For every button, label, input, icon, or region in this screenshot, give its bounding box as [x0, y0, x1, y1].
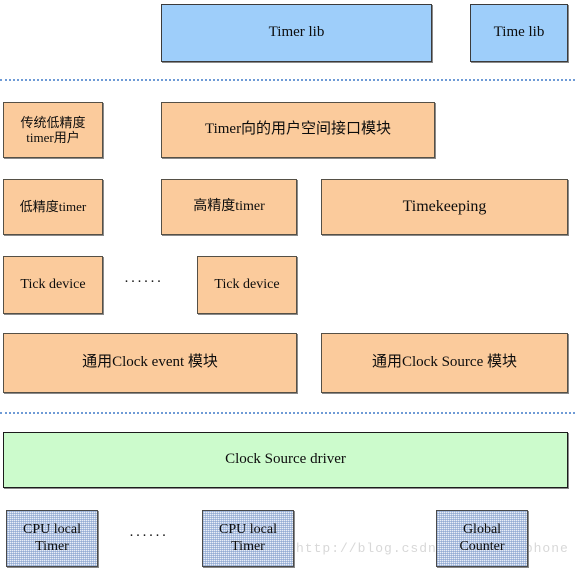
- box-cpu-local-timer-2-label: CPU local Timer: [219, 521, 277, 554]
- architecture-diagram: Timer lib Time lib 传统低精度 timer用户 Timer向的…: [0, 0, 575, 572]
- box-clock-source-driver: Clock Source driver: [3, 432, 568, 488]
- box-tick-device-2-label: Tick device: [214, 276, 280, 292]
- box-legacy-low-res-timer-user: 传统低精度 timer用户: [3, 102, 103, 158]
- box-tick-device-2: Tick device: [197, 256, 297, 314]
- box-high-res-timer-label: 高精度timer: [193, 198, 265, 214]
- box-global-counter-label: Global Counter: [459, 521, 505, 554]
- cpu-timer-ellipsis: ······: [129, 528, 168, 544]
- box-generic-clock-source-module-label: 通用Clock Source 模块: [372, 354, 517, 371]
- box-time-lib: Time lib: [470, 4, 568, 62]
- box-cpu-local-timer-1-label: CPU local Timer: [23, 521, 81, 554]
- box-time-lib-label: Time lib: [493, 24, 545, 41]
- box-timer-userspace-interface-module: Timer向的用户空间接口模块: [161, 102, 435, 158]
- box-low-res-timer-label: 低精度timer: [19, 199, 87, 215]
- divider-kernel-driver: [0, 412, 575, 414]
- box-clock-source-driver-label: Clock Source driver: [225, 451, 346, 468]
- box-timekeeping: Timekeeping: [321, 179, 568, 235]
- box-global-counter: Global Counter: [436, 510, 528, 567]
- box-low-res-timer: 低精度timer: [3, 179, 103, 235]
- box-generic-clock-event-module: 通用Clock event 模块: [3, 333, 297, 393]
- tick-device-ellipsis: ······: [124, 274, 163, 290]
- box-legacy-low-res-timer-user-label: 传统低精度 timer用户: [20, 114, 86, 145]
- box-tick-device-1: Tick device: [3, 256, 103, 314]
- box-cpu-local-timer-1: CPU local Timer: [6, 510, 98, 567]
- box-tick-device-1-label: Tick device: [20, 276, 86, 292]
- box-timer-lib-label: Timer lib: [268, 24, 325, 41]
- divider-user-kernel: [0, 79, 575, 81]
- box-generic-clock-source-module: 通用Clock Source 模块: [321, 333, 568, 393]
- box-cpu-local-timer-2: CPU local Timer: [202, 510, 294, 567]
- box-high-res-timer: 高精度timer: [161, 179, 297, 235]
- box-timer-lib: Timer lib: [161, 4, 432, 62]
- box-timekeeping-label: Timekeeping: [402, 197, 487, 215]
- box-timer-userspace-interface-module-label: Timer向的用户空间接口模块: [204, 121, 392, 138]
- box-generic-clock-event-module-label: 通用Clock event 模块: [82, 354, 218, 371]
